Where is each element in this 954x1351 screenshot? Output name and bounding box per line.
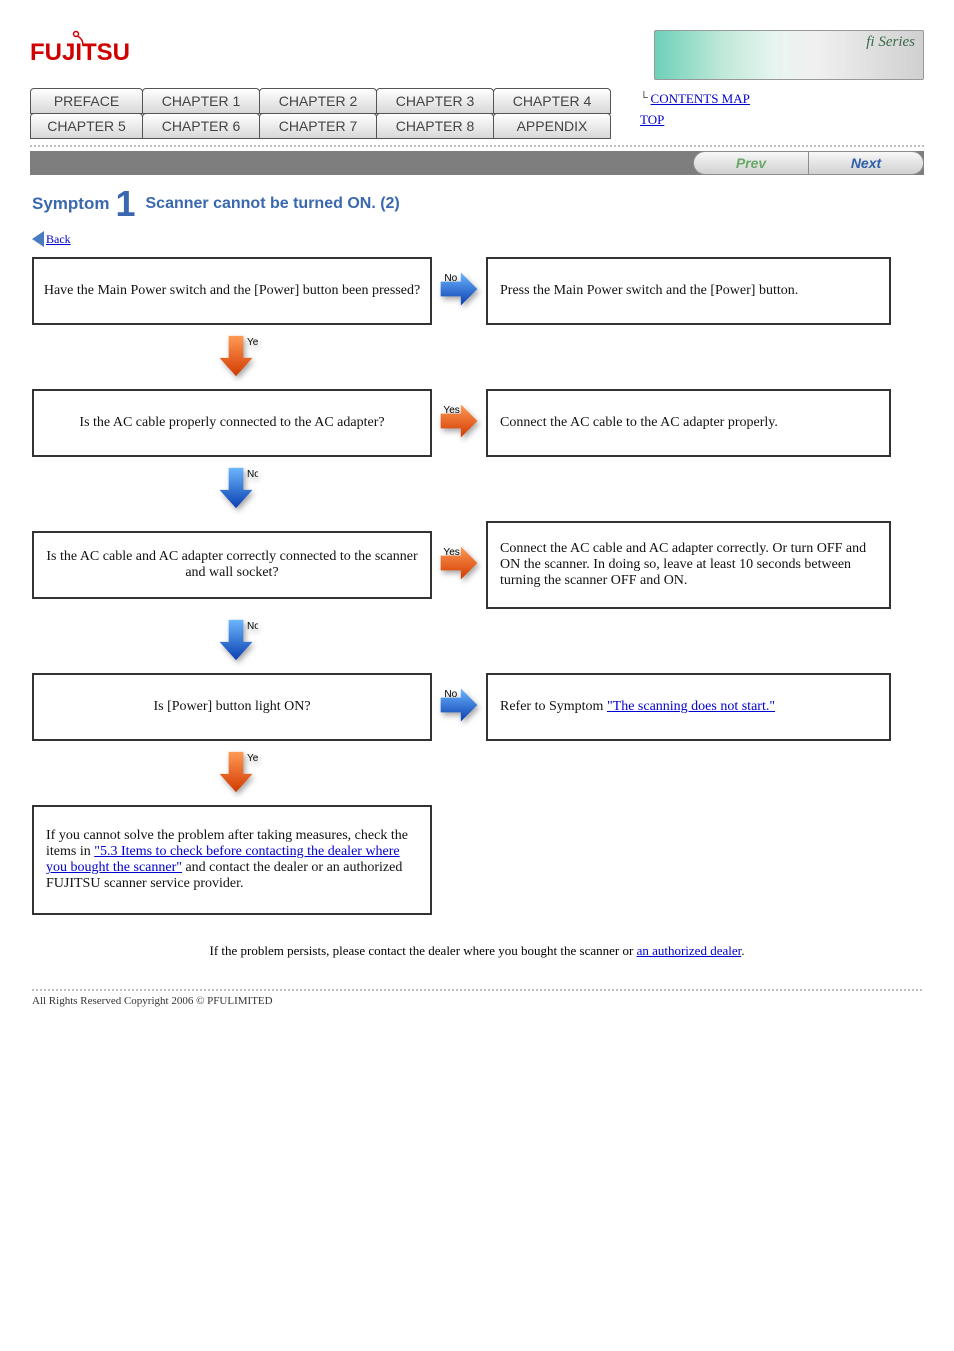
section-bar: Prev Next [30, 151, 924, 175]
svg-text:No: No [247, 469, 258, 480]
page-title: Scanner cannot be turned ON. (2) [146, 195, 400, 213]
answer-1-text: Press the Main Power switch and the [Pow… [500, 283, 877, 299]
tab-chapter-5[interactable]: CHAPTER 5 [30, 113, 143, 139]
answer-box-2: Connect the AC cable to the AC adapter p… [486, 389, 891, 457]
tab-chapter-1[interactable]: CHAPTER 1 [142, 88, 260, 114]
banner-text: fi Series [866, 34, 915, 51]
bullet-icon: └ [640, 92, 651, 104]
arrow-right-no-icon: No [437, 267, 481, 316]
answer-2-text: Connect the AC cable to the AC adapter p… [500, 415, 877, 431]
svg-text:Yes: Yes [247, 753, 258, 764]
tab-chapter-6[interactable]: CHAPTER 6 [142, 113, 260, 139]
arrow-right-no-icon: No [437, 683, 481, 732]
divider [30, 145, 924, 147]
question-box-1: Have the Main Power switch and the [Powe… [32, 257, 432, 325]
question-4-text: Is [Power] button light ON? [42, 699, 422, 715]
answer-box-1: Press the Main Power switch and the [Pow… [486, 257, 891, 325]
arrow-right-yes-icon: Yes [437, 541, 481, 590]
contents-map-link[interactable]: CONTENTS MAP [651, 91, 750, 106]
answer-box-3: Connect the AC cable and AC adapter corr… [486, 521, 891, 609]
next-button[interactable]: Next [808, 151, 924, 175]
question-3-text: Is the AC cable and AC adapter correctly… [42, 549, 422, 581]
question-1-text: Have the Main Power switch and the [Powe… [42, 283, 422, 299]
answer-box-4: Refer to Symptom "The scanning does not … [486, 673, 891, 741]
svg-text:No: No [444, 688, 457, 699]
tab-preface[interactable]: PREFACE [30, 88, 143, 114]
arrow-down-yes-icon: Yes [214, 332, 258, 385]
top-link[interactable]: TOP [640, 112, 664, 127]
svg-text:Yes: Yes [443, 404, 459, 415]
tab-chapter-4[interactable]: CHAPTER 4 [493, 88, 611, 114]
tab-chapter-8[interactable]: CHAPTER 8 [376, 113, 494, 139]
question-box-2: Is the AC cable properly connected to th… [32, 389, 432, 457]
answer-3-text: Connect the AC cable and AC adapter corr… [500, 541, 877, 589]
bottom-note: If the problem persists, please contact … [210, 943, 637, 958]
fi-series-banner: fi Series [654, 30, 924, 80]
copyright-text: All Rights Reserved Copyright 2006 © PFU… [32, 995, 922, 1007]
tab-chapter-3[interactable]: CHAPTER 3 [376, 88, 494, 114]
svg-text:No: No [444, 272, 457, 283]
question-box-4: Is [Power] button light ON? [32, 673, 432, 741]
arrow-down-no-icon: No [214, 464, 258, 517]
svg-text:No: No [247, 621, 258, 632]
answer-4-prefix: Refer to Symptom [500, 699, 607, 714]
svg-text:Yes: Yes [443, 546, 459, 557]
back-link[interactable]: Back [46, 232, 71, 247]
arrow-right-yes-icon: Yes [437, 399, 481, 448]
arrow-down-no-icon: No [214, 616, 258, 669]
svg-text:FUJITSU: FUJITSU [30, 39, 130, 65]
symptom-number: 1 [115, 183, 135, 225]
question-2-text: Is the AC cable properly connected to th… [42, 415, 422, 431]
question-box-3: Is the AC cable and AC adapter correctly… [32, 531, 432, 599]
divider [32, 989, 922, 991]
tab-appendix[interactable]: APPENDIX [493, 113, 611, 139]
authorized-dealer-link[interactable]: an authorized dealer [637, 943, 742, 958]
symptom-label: Symptom [32, 194, 109, 214]
fujitsu-logo: FUJITSU [30, 30, 140, 70]
final-box: If you cannot solve the problem after ta… [32, 805, 432, 915]
chevron-left-icon [32, 231, 44, 247]
tab-chapter-7[interactable]: CHAPTER 7 [259, 113, 377, 139]
answer-4-link[interactable]: "The scanning does not start." [607, 699, 775, 714]
tab-chapter-2[interactable]: CHAPTER 2 [259, 88, 377, 114]
arrow-down-yes-icon: Yes [214, 748, 258, 801]
svg-text:Yes: Yes [247, 337, 258, 348]
prev-button[interactable]: Prev [693, 151, 809, 175]
